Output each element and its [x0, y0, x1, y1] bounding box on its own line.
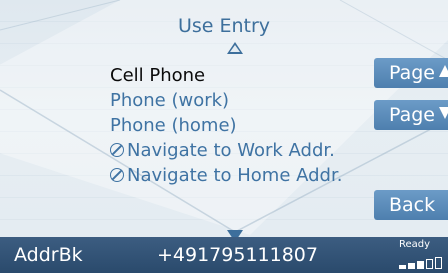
navigation-icon [110, 168, 124, 182]
scroll-up-arrow-icon[interactable] [227, 42, 243, 54]
back-button[interactable]: Back [374, 190, 448, 220]
phone-number-display: +491795111807 [157, 244, 318, 266]
status-bar: AddrBk +491795111807 Ready [0, 237, 448, 273]
signal-bar [408, 263, 415, 269]
list-item-label: Phone (work) [110, 90, 230, 111]
signal-bar [435, 257, 442, 269]
back-label: Back [389, 194, 436, 216]
page-up-label: Page [389, 62, 435, 84]
page-up-button[interactable]: Page [374, 58, 448, 88]
ready-status-label: Ready [399, 239, 431, 250]
list-item-label: Navigate to Work Addr. [127, 140, 335, 161]
navigation-icon [110, 143, 124, 157]
list-item-navigate-home[interactable]: Navigate to Home Addr. [110, 164, 380, 188]
triangle-down-icon [439, 107, 448, 119]
list-item-cell-phone[interactable]: Cell Phone [110, 64, 380, 88]
signal-bar [399, 265, 406, 269]
list-item-label: Phone (home) [110, 115, 237, 136]
list-item-label: Cell Phone [110, 65, 206, 86]
page-down-label: Page [389, 104, 435, 126]
app-name-label: AddrBk [14, 244, 83, 266]
signal-strength-icon [399, 257, 448, 269]
page-down-button[interactable]: Page [374, 100, 448, 130]
list-item-navigate-work[interactable]: Navigate to Work Addr. [110, 139, 380, 163]
list-item-phone-work[interactable]: Phone (work) [110, 89, 380, 113]
signal-bar [417, 261, 424, 269]
page-title: Use Entry [177, 15, 271, 37]
list-item-label: Navigate to Home Addr. [127, 165, 343, 186]
use-entry-screen: Use Entry Cell Phone Phone (work) Phone … [0, 0, 448, 273]
triangle-up-icon [439, 65, 448, 77]
signal-bar [426, 259, 433, 269]
list-item-phone-home[interactable]: Phone (home) [110, 114, 380, 138]
